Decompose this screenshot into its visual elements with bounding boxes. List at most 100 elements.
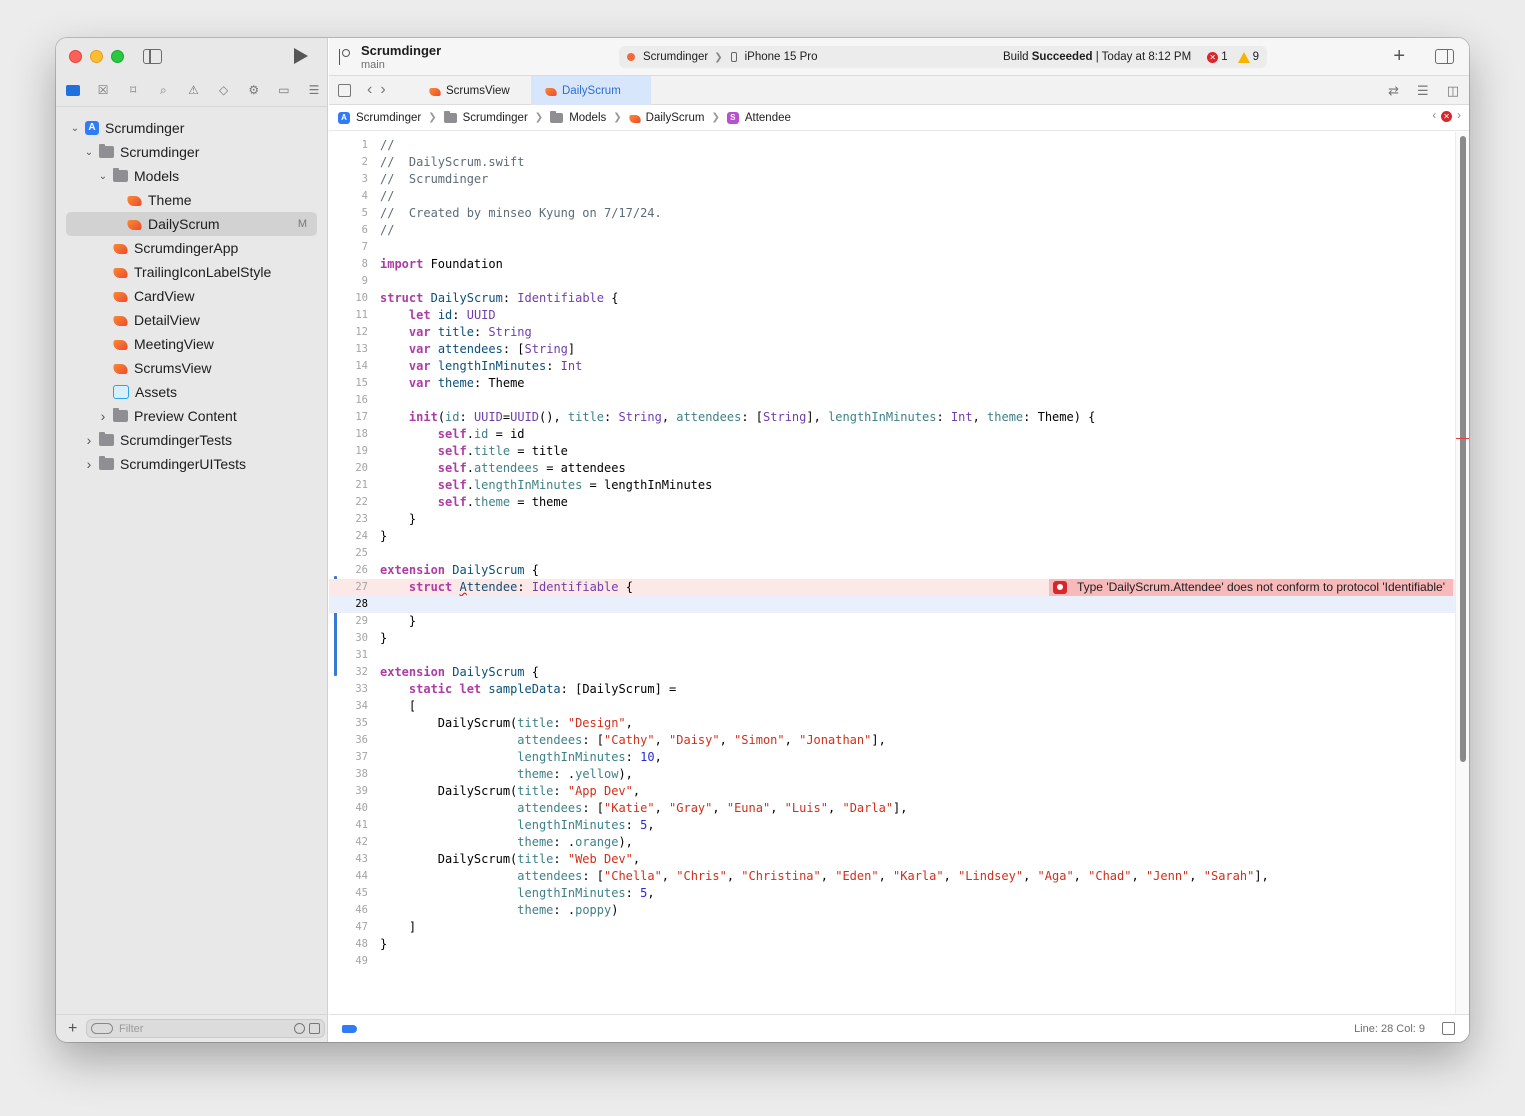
debug-navigator-icon[interactable]: ⚙ xyxy=(247,83,261,97)
breadcrumb-project[interactable]: A Scrumdinger ❯ xyxy=(338,111,444,124)
line-number[interactable]: 7 xyxy=(329,239,368,256)
sidebar-toggle-icon[interactable] xyxy=(143,49,162,64)
line-number[interactable]: 6 xyxy=(329,222,368,239)
previous-issue-icon[interactable]: ‹ xyxy=(1432,110,1436,122)
line-number[interactable]: 26 xyxy=(329,562,368,579)
code-line[interactable]: 15 var theme: Theme xyxy=(329,375,1455,392)
line-number[interactable]: 42 xyxy=(329,834,368,851)
code-line[interactable]: 3 // Scrumdinger xyxy=(329,171,1455,188)
line-number[interactable]: 17 xyxy=(329,409,368,426)
navigator-item[interactable]: ScrumsView xyxy=(56,356,327,380)
code-line[interactable]: 25 xyxy=(329,545,1455,562)
code-line[interactable]: 49 xyxy=(329,953,1455,970)
code-line[interactable]: 48} xyxy=(329,936,1455,953)
breadcrumb-file[interactable]: DailyScrum ❯ xyxy=(629,112,727,124)
line-number[interactable]: 46 xyxy=(329,902,368,919)
line-number[interactable]: 37 xyxy=(329,749,368,766)
line-number[interactable]: 24 xyxy=(329,528,368,545)
zoom-window-button[interactable] xyxy=(111,50,124,63)
next-issue-icon[interactable]: › xyxy=(1457,110,1461,122)
filter-options-icon[interactable] xyxy=(91,1023,113,1034)
chevron-right-icon[interactable]: › xyxy=(97,408,109,424)
code-line[interactable]: 39 DailyScrum(title: "App Dev", xyxy=(329,783,1455,800)
code-line[interactable]: 43 DailyScrum(title: "Web Dev", xyxy=(329,851,1455,868)
line-number[interactable]: 30 xyxy=(329,630,368,647)
navigator-item[interactable]: › ScrumdingerTests xyxy=(56,428,327,452)
code-line[interactable]: 35 DailyScrum(title: "Design", xyxy=(329,715,1455,732)
related-items-grid-icon[interactable] xyxy=(338,84,351,97)
line-number[interactable]: 20 xyxy=(329,460,368,477)
code-line[interactable]: 42 theme: .orange), xyxy=(329,834,1455,851)
code-line[interactable]: 34 [ xyxy=(329,698,1455,715)
line-number[interactable]: 32 xyxy=(329,664,368,681)
error-icon[interactable] xyxy=(1052,581,1067,594)
breakpoints-toggle-icon[interactable] xyxy=(342,1025,357,1033)
line-number[interactable]: 25 xyxy=(329,545,368,562)
code-line[interactable]: 26 extension DailyScrum { xyxy=(329,562,1455,579)
code-line[interactable]: 21 self.lengthInMinutes = lengthInMinute… xyxy=(329,477,1455,494)
code-line[interactable]: 17 init(id: UUID=UUID(), title: String, … xyxy=(329,409,1455,426)
project-title[interactable]: Scrumdinger xyxy=(361,43,441,58)
find-navigator-icon[interactable]: ⌕ xyxy=(156,83,170,97)
line-number[interactable]: 38 xyxy=(329,766,368,783)
line-number[interactable]: 23 xyxy=(329,511,368,528)
line-number[interactable]: 44 xyxy=(329,868,368,885)
line-number[interactable]: 35 xyxy=(329,715,368,732)
bookmark-navigator-icon[interactable]: ⌑ xyxy=(126,83,140,97)
code-line[interactable]: 12 var title: String xyxy=(329,324,1455,341)
code-line[interactable]: 28 xyxy=(329,596,1455,613)
warning-count-badge[interactable]: 9 xyxy=(1237,51,1259,63)
back-arrow-icon[interactable]: ‹ xyxy=(367,81,380,98)
line-number[interactable]: 16 xyxy=(329,392,368,409)
code-line[interactable]: 18 self.id = id xyxy=(329,426,1455,443)
line-number[interactable]: 33 xyxy=(329,681,368,698)
source-editor[interactable]: 1 // 2 // DailyScrum.swift 3 // Scrumdinger 4 /… xyxy=(329,132,1455,1014)
line-number[interactable]: 5 xyxy=(329,205,368,222)
code-line[interactable]: 16 xyxy=(329,392,1455,409)
code-line[interactable]: 1 // xyxy=(329,137,1455,154)
line-number[interactable]: 9 xyxy=(329,273,368,290)
tab-dailyscrum[interactable]: DailyScrum xyxy=(531,76,651,105)
line-number[interactable]: 2 xyxy=(329,154,368,171)
navigator-item[interactable]: ScrumdingerApp xyxy=(56,236,327,260)
navigator-item[interactable]: › Preview Content xyxy=(56,404,327,428)
chevron-down-icon[interactable]: ⌄ xyxy=(69,123,81,134)
code-line[interactable]: 11 let id: UUID xyxy=(329,307,1455,324)
code-line[interactable]: 23 } xyxy=(329,511,1455,528)
line-number[interactable]: 48 xyxy=(329,936,368,953)
vertical-scrollbar[interactable] xyxy=(1455,132,1469,1014)
code-line[interactable]: 36 attendees: ["Cathy", "Daisy", "Simon"… xyxy=(329,732,1455,749)
navigator-item[interactable]: Assets xyxy=(56,380,327,404)
code-line[interactable]: 9 xyxy=(329,273,1455,290)
library-plus-button[interactable]: + xyxy=(1393,45,1405,67)
code-line[interactable]: 27 struct Attendee: Identifiable {Type '… xyxy=(329,579,1455,596)
branch-name[interactable]: main xyxy=(361,59,385,71)
error-icon[interactable]: ✕ xyxy=(1441,110,1453,122)
code-line[interactable]: 14 var lengthInMinutes: Int xyxy=(329,358,1455,375)
code-line[interactable]: 44 attendees: ["Chella", "Chris", "Chris… xyxy=(329,868,1455,885)
line-number[interactable]: 15 xyxy=(329,375,368,392)
code-line[interactable]: 37 lengthInMinutes: 10, xyxy=(329,749,1455,766)
line-number[interactable]: 3 xyxy=(329,171,368,188)
code-line[interactable]: 29 } xyxy=(329,613,1455,630)
line-number[interactable]: 43 xyxy=(329,851,368,868)
line-number[interactable]: 14 xyxy=(329,358,368,375)
navigator-item[interactable]: MeetingView xyxy=(56,332,327,356)
code-line[interactable]: 19 self.title = title xyxy=(329,443,1455,460)
line-number[interactable]: 18 xyxy=(329,426,368,443)
code-line[interactable]: 13 var attendees: [String] xyxy=(329,341,1455,358)
line-number[interactable]: 28 xyxy=(329,596,368,613)
code-line[interactable]: 45 lengthInMinutes: 5, xyxy=(329,885,1455,902)
navigator-item[interactable]: ⌄ Scrumdinger xyxy=(56,140,327,164)
code-line[interactable]: 30} xyxy=(329,630,1455,647)
code-line[interactable]: 2 // DailyScrum.swift xyxy=(329,154,1455,171)
code-line[interactable]: 7 xyxy=(329,239,1455,256)
line-number[interactable]: 4 xyxy=(329,188,368,205)
inspector-toggle-icon[interactable] xyxy=(1435,49,1454,64)
line-number[interactable]: 1 xyxy=(329,137,368,154)
code-review-icon[interactable]: ⇄ xyxy=(1388,83,1399,99)
line-number[interactable]: 47 xyxy=(329,919,368,936)
code-line[interactable]: 46 theme: .poppy) xyxy=(329,902,1455,919)
project-navigator-icon[interactable] xyxy=(66,85,80,96)
code-line[interactable]: 41 lengthInMinutes: 5, xyxy=(329,817,1455,834)
